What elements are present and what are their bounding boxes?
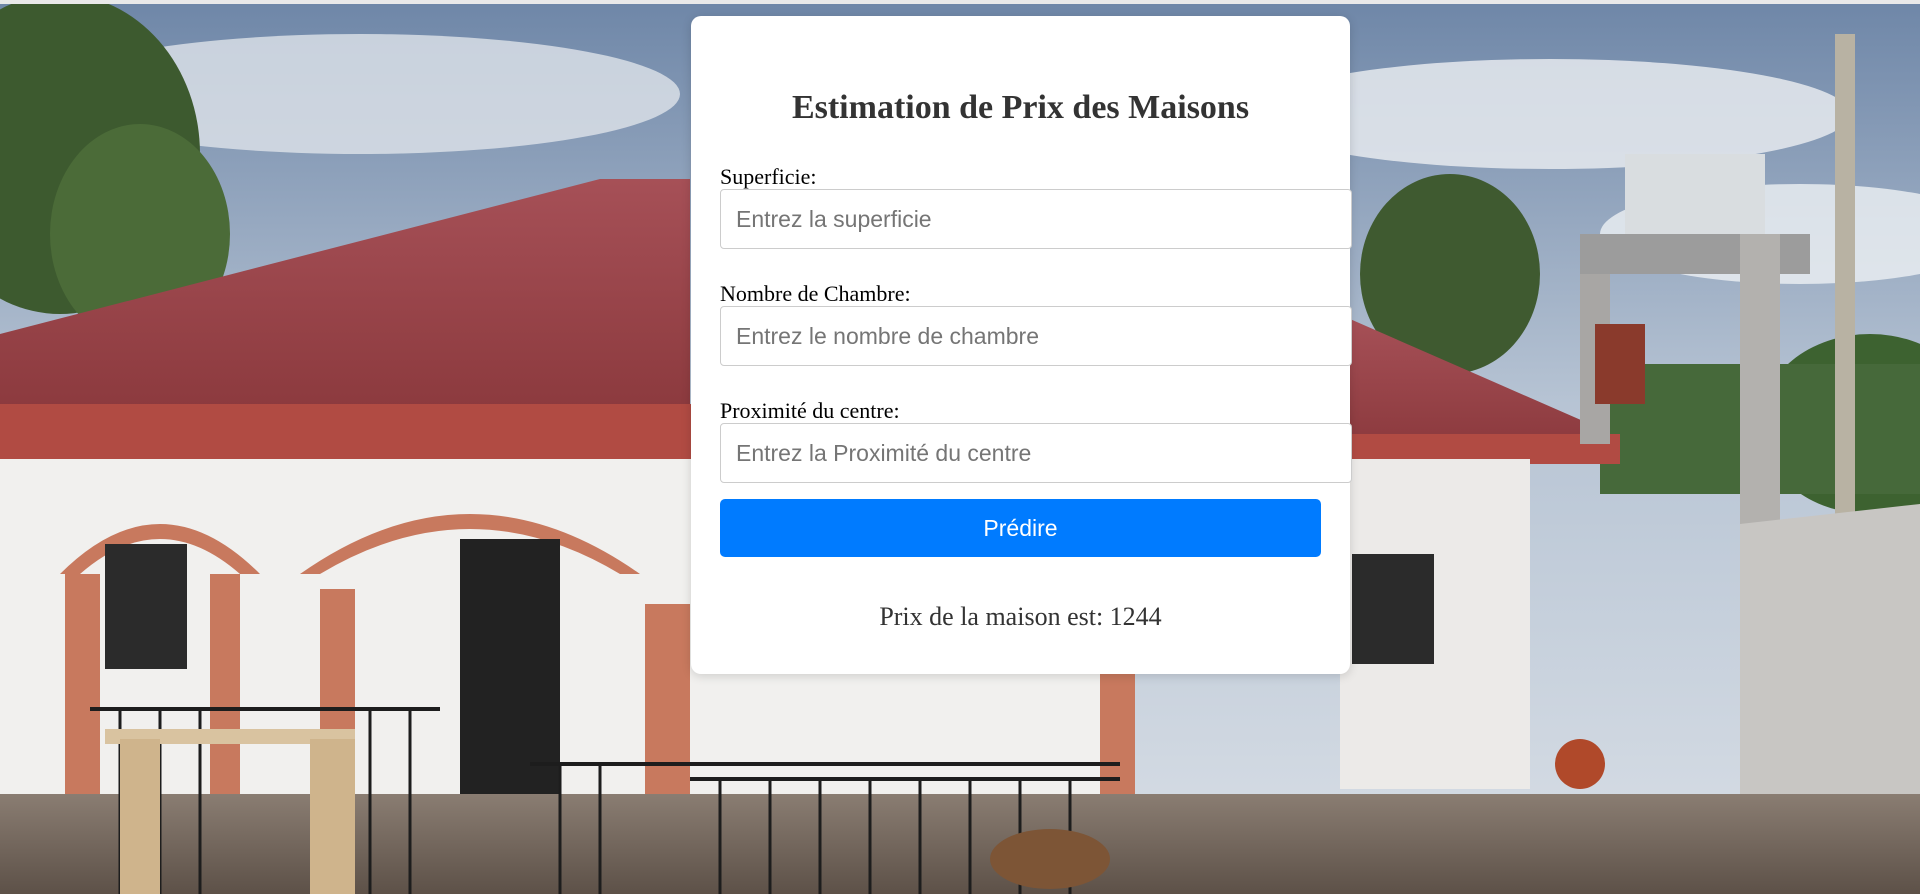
form-title: Estimation de Prix des Maisons: [791, 89, 1250, 126]
price-result: Prix de la maison est: 1244: [879, 602, 1162, 631]
proximite-label: Proximité du centre:: [720, 398, 900, 423]
superficie-input[interactable]: [720, 189, 1352, 249]
predict-button[interactable]: Prédire: [720, 499, 1321, 557]
chambre-input[interactable]: [720, 306, 1352, 366]
price-estimation-card: Estimation de Prix des Maisons Superfici…: [691, 16, 1352, 674]
chambre-label: Nombre de Chambre:: [720, 281, 911, 306]
superficie-label: Superficie:: [720, 164, 817, 189]
proximite-input[interactable]: [720, 423, 1352, 483]
